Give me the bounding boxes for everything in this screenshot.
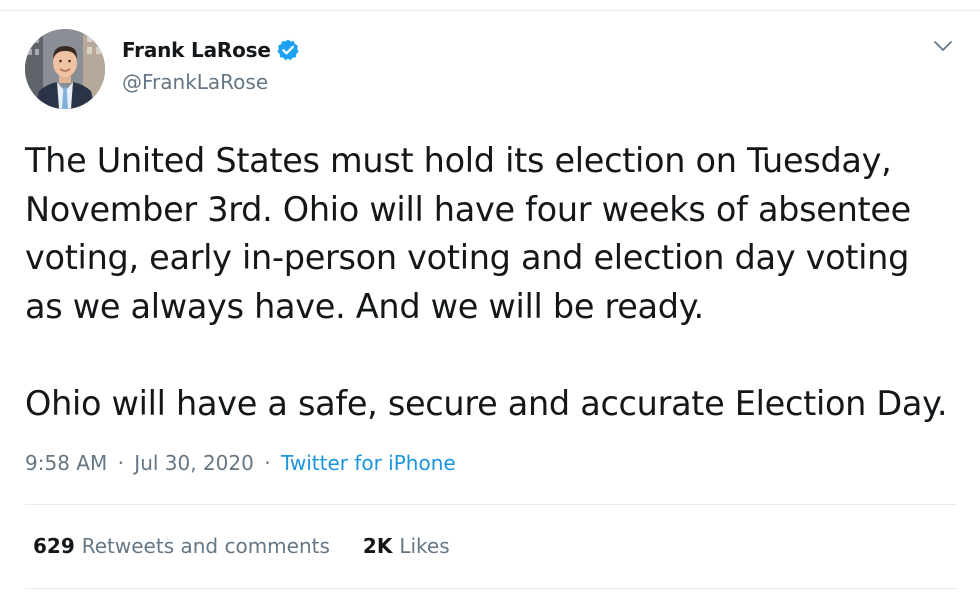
meta-separator: · bbox=[117, 451, 124, 475]
tweet-meta: 9:58 AM · Jul 30, 2020 · Twitter for iPh… bbox=[25, 451, 456, 475]
author-handle[interactable]: @FrankLaRose bbox=[122, 70, 300, 94]
display-name[interactable]: Frank LaRose bbox=[122, 38, 271, 62]
name-row: Frank LaRose bbox=[122, 36, 300, 64]
chevron-down-icon[interactable] bbox=[931, 36, 955, 56]
avatar-photo bbox=[25, 29, 105, 109]
retweets-stat[interactable]: 629 Retweets and comments bbox=[33, 534, 330, 558]
tweet-date[interactable]: Jul 30, 2020 bbox=[134, 451, 254, 475]
retweets-label: Retweets and comments bbox=[81, 534, 330, 558]
verified-badge-icon bbox=[276, 38, 300, 62]
tweet-card: Frank LaRose @FrankLaRose The United Sta… bbox=[0, 0, 980, 601]
top-border bbox=[0, 10, 980, 11]
author-block: Frank LaRose @FrankLaRose bbox=[122, 36, 300, 94]
tweet-time[interactable]: 9:58 AM bbox=[25, 451, 107, 475]
divider bbox=[25, 504, 957, 505]
likes-stat[interactable]: 2K Likes bbox=[363, 534, 450, 558]
tweet-stats: 629 Retweets and comments 2K Likes bbox=[33, 534, 450, 558]
tweet-source-link[interactable]: Twitter for iPhone bbox=[281, 451, 456, 475]
divider bbox=[25, 588, 957, 589]
meta-separator: · bbox=[264, 451, 271, 475]
likes-label: Likes bbox=[399, 534, 450, 558]
retweets-count: 629 bbox=[33, 534, 75, 558]
likes-count: 2K bbox=[362, 534, 393, 558]
avatar[interactable] bbox=[25, 29, 105, 109]
tweet-text: The United States must hold its election… bbox=[25, 141, 948, 423]
